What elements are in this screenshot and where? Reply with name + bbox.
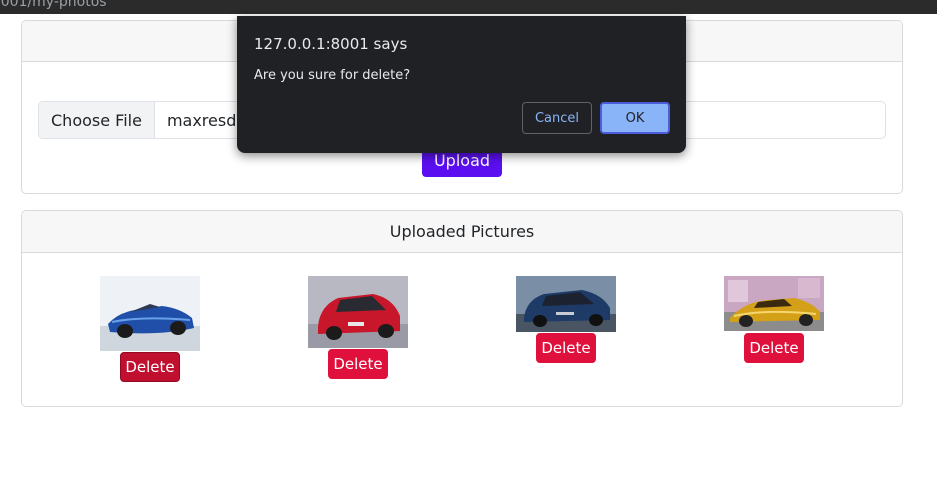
choose-file-button[interactable]: Choose File [39,102,155,138]
delete-button-2[interactable]: Delete [328,349,388,379]
dialog-ok-button[interactable]: OK [600,102,670,134]
delete-button-1[interactable]: Delete [120,352,180,382]
browser-address-bar[interactable]: :001/my-photos [0,0,937,14]
picture-thumbnail [308,276,408,348]
picture-thumbnail [516,276,616,332]
confirm-dialog: 127.0.0.1:8001 says Are you sure for del… [237,16,686,153]
car-photo-4 [724,276,824,331]
dialog-title: 127.0.0.1:8001 says [254,35,408,53]
uploaded-pictures-title: Uploaded Pictures [22,211,902,253]
delete-button-3[interactable]: Delete [536,333,596,363]
picture-thumbnail [724,276,824,331]
delete-button-4[interactable]: Delete [744,333,804,363]
dialog-cancel-button[interactable]: Cancel [522,102,592,134]
car-photo-1 [100,276,200,351]
uploaded-pictures-card: Uploaded Pictures Delete Delete Delete D… [21,210,903,407]
car-photo-3 [516,276,616,332]
url-text: :001/my-photos [0,0,107,10]
picture-thumbnail [100,276,200,351]
dialog-message: Are you sure for delete? [254,68,411,83]
car-photo-2 [308,276,408,348]
